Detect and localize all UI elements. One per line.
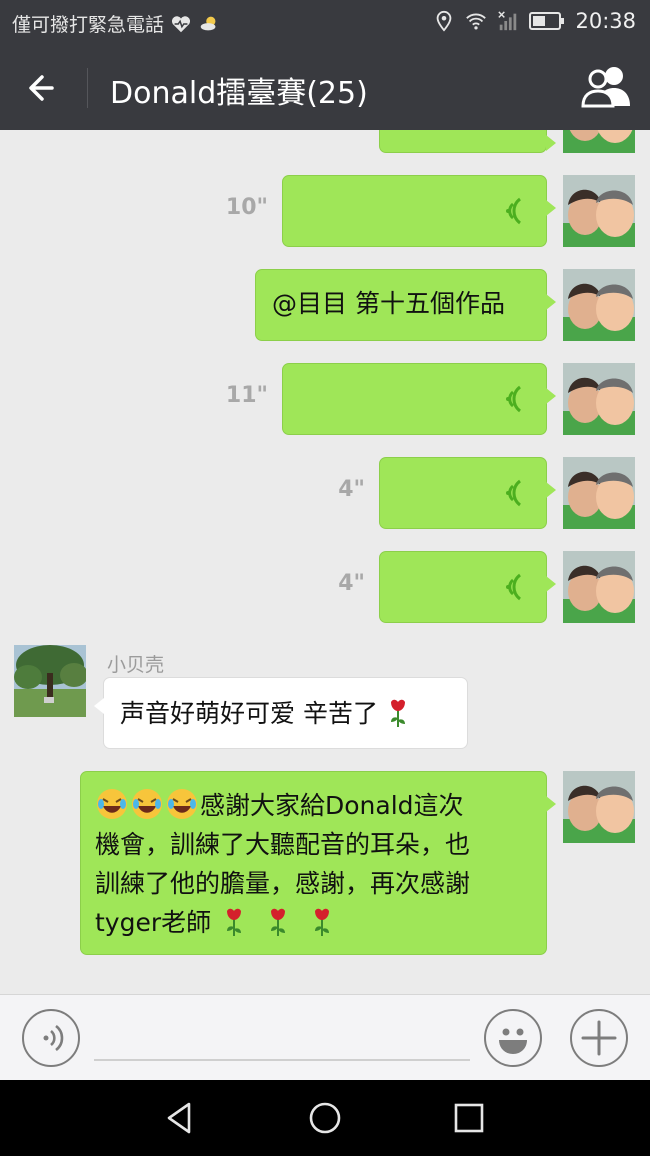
system-nav-bar [0, 1080, 650, 1156]
message-list[interactable]: 10" @目目 第十五個作品 11" 4" 4" 小贝壳 声音好萌好可爱 辛苦了 [0, 130, 650, 994]
rose-emoji-icon [315, 908, 329, 936]
voice-duration: 4" [338, 571, 365, 596]
signal-icon [498, 11, 517, 31]
message-text: 声音好萌好可爱 辛苦了 [120, 699, 378, 728]
message-line: tyger老師 [95, 903, 546, 942]
text-message-bubble[interactable]: 声音好萌好可爱 辛苦了 [94, 677, 468, 749]
avatar-self[interactable] [563, 130, 635, 153]
rolling-laughing-emoji-icon [167, 789, 197, 819]
voice-toggle-button[interactable] [22, 1009, 80, 1067]
battery-icon [529, 12, 565, 30]
nav-home-icon[interactable] [307, 1100, 343, 1136]
clock: 20:38 [575, 9, 636, 33]
voice-wave-icon [506, 573, 521, 601]
weather-icon [200, 16, 216, 30]
input-bar [0, 994, 650, 1080]
message-text: tyger老師 [95, 908, 212, 937]
wifi-icon [466, 13, 487, 30]
avatar-self[interactable] [563, 269, 635, 341]
voice-wave-icon [502, 130, 528, 141]
rose-emoji-icon [391, 699, 406, 727]
header-divider [87, 68, 88, 108]
rose-emoji-icon [271, 908, 286, 936]
chat-title: Donald擂臺賽(25) [110, 76, 368, 111]
sender-name: 小贝壳 [107, 654, 165, 676]
text-message-bubble[interactable]: @目目 第十五個作品 [255, 269, 556, 341]
nav-back-icon[interactable] [163, 1100, 199, 1136]
add-button[interactable] [570, 1009, 628, 1067]
message-line: 感謝大家給Donald這次 [95, 786, 546, 825]
avatar-other[interactable] [14, 645, 86, 717]
voice-message-bubble[interactable] [379, 457, 556, 529]
voice-wave-icon [506, 479, 521, 507]
location-icon [437, 10, 452, 32]
message-text: 感謝大家給Donald這次 [200, 791, 464, 820]
avatar-self[interactable] [563, 457, 635, 529]
heart-rate-icon [171, 15, 191, 32]
group-people-icon[interactable] [580, 62, 634, 112]
chat-header: Donald擂臺賽(25) [0, 44, 650, 130]
message-text: @目目 第十五個作品 [272, 289, 505, 318]
rolling-laughing-emoji-icon [132, 789, 162, 819]
voice-message-bubble[interactable] [282, 363, 556, 435]
voice-message-bubble[interactable] [379, 551, 556, 623]
voice-wave-icon [506, 385, 521, 413]
carrier-text: 僅可撥打緊急電話 [12, 14, 165, 36]
emoji-button[interactable] [484, 1009, 542, 1067]
add-icon [581, 1020, 617, 1056]
rose-emoji-icon [227, 908, 242, 936]
voice-message-bubble[interactable] [379, 130, 556, 153]
voice-toggle-icon [43, 1024, 64, 1052]
voice-message-bubble[interactable] [282, 175, 556, 247]
emoji-icon [499, 1028, 527, 1054]
voice-duration: 10" [225, 195, 268, 220]
avatar-self[interactable] [563, 551, 635, 623]
text-message-bubble[interactable]: 感謝大家給Donald這次 機會，訓練了大聽配音的耳朵，也 訓練了他的膽量，感謝… [80, 771, 556, 955]
avatar-self[interactable] [563, 771, 635, 843]
status-bar: 僅可撥打緊急電話 20:38 [0, 0, 650, 44]
avatar-self[interactable] [563, 175, 635, 247]
voice-duration: 4" [338, 477, 365, 502]
message-text: 訓練了他的膽量，感謝，再次感謝 [95, 869, 471, 898]
voice-duration: 11" [225, 383, 268, 408]
nav-recents-icon[interactable] [451, 1100, 487, 1136]
back-arrow-icon[interactable] [22, 66, 66, 110]
voice-wave-icon [506, 197, 521, 225]
message-text: 機會，訓練了大聽配音的耳朵，也 [95, 830, 471, 859]
rolling-laughing-emoji-icon [97, 789, 127, 819]
message-input[interactable] [94, 1009, 470, 1061]
avatar-self[interactable] [563, 363, 635, 435]
